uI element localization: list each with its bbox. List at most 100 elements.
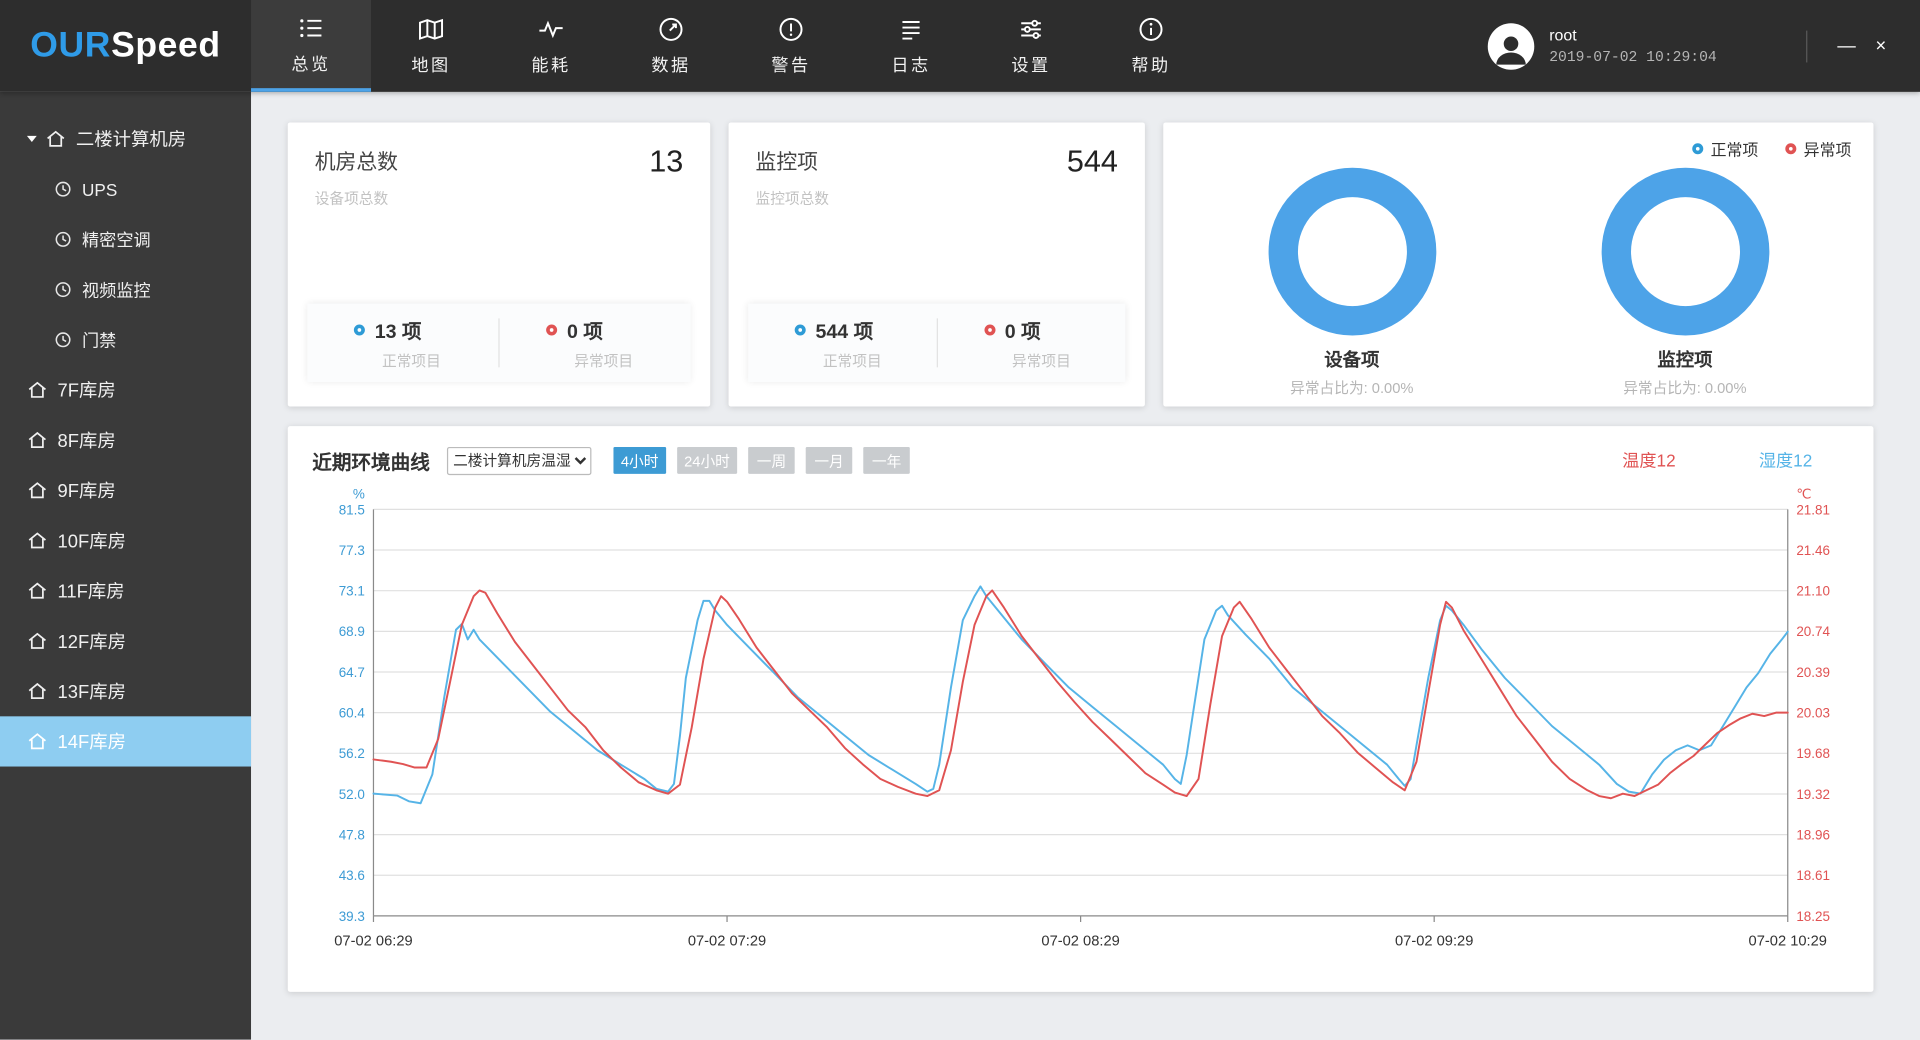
svg-text:07-02 08:29: 07-02 08:29: [1041, 933, 1119, 949]
logo-speed: Speed: [111, 26, 221, 66]
nav-energy[interactable]: 能耗: [491, 0, 611, 92]
card-header: 机房总数 设备项总数 13: [315, 144, 684, 208]
sidebar-label: 11F库房: [58, 578, 125, 604]
svg-text:07-02 07:29: 07-02 07:29: [688, 933, 766, 949]
sidebar-item-14f-warehouse[interactable]: 14F库房: [0, 716, 251, 766]
nav-label: 日志: [891, 53, 930, 77]
range-4h-button[interactable]: 4小时: [613, 447, 665, 474]
rooms-total-value: 13: [649, 144, 683, 180]
nav-logs[interactable]: 日志: [851, 0, 971, 92]
svg-text:64.7: 64.7: [339, 665, 365, 680]
sidebar-item-computer-room-2f[interactable]: 二楼计算机房: [0, 114, 251, 164]
abnormal-stat: 0 项 异常项目: [937, 315, 1125, 371]
app-logo: OURSpeed: [0, 0, 251, 92]
nav-data[interactable]: 数据: [611, 0, 731, 92]
sidebar-label: 14F库房: [58, 729, 126, 755]
normal-label: 正常项目: [795, 350, 936, 371]
svg-text:20.74: 20.74: [1796, 624, 1830, 639]
svg-text:60.4: 60.4: [339, 706, 366, 721]
sidebar-label: 门禁: [82, 328, 116, 352]
range-24h-button[interactable]: 24小时: [677, 447, 737, 474]
sidebar-item-7f-warehouse[interactable]: 7F库房: [0, 365, 251, 415]
sidebar-item-ups[interactable]: UPS: [0, 164, 251, 214]
home-icon: [27, 631, 48, 652]
svg-text:18.96: 18.96: [1796, 828, 1830, 843]
main-content: 机房总数 设备项总数 13 13 项 正常项目 0 项 异常项目: [251, 92, 1920, 1040]
range-1year-button[interactable]: 一年: [863, 447, 910, 474]
range-1month-button[interactable]: 一月: [806, 447, 853, 474]
donut-row: 设备项 异常占比为: 0.00% 监控项 异常占比为: 0.00%: [1185, 168, 1851, 398]
card-subtitle: 设备项总数: [315, 187, 398, 208]
abnormal-stat: 0 项 异常项目: [500, 315, 691, 371]
humidity-legend-label: 湿度12: [1759, 448, 1812, 472]
normal-ring-icon: [795, 324, 806, 335]
status-donuts-card: 正常项 异常项 设备项 异常占比为: 0.00% 监控项 异常占比为: 0.00…: [1163, 122, 1873, 406]
abnormal-label: 异常项目: [546, 350, 690, 371]
summary-cards-row: 机房总数 设备项总数 13 13 项 正常项目 0 项 异常项目: [288, 122, 1884, 406]
device-donut-block: 设备项 异常占比为: 0.00%: [1268, 168, 1436, 398]
sidebar-label: 精密空调: [82, 227, 151, 251]
svg-text:47.8: 47.8: [339, 828, 365, 843]
sidebar-item-video-surveillance[interactable]: 视频监控: [0, 264, 251, 314]
environment-line-chart: 81.521.8177.321.4673.121.1068.920.7464.7…: [312, 485, 1849, 975]
svg-text:68.9: 68.9: [339, 624, 365, 639]
card-header: 监控项 监控项总数 544: [756, 144, 1118, 208]
sidebar-item-10f-warehouse[interactable]: 10F库房: [0, 516, 251, 566]
sidebar-item-9f-warehouse[interactable]: 9F库房: [0, 465, 251, 515]
sidebar-item-12f-warehouse[interactable]: 12F库房: [0, 616, 251, 666]
card-title: 监控项: [756, 144, 829, 175]
normal-value: 13 项: [375, 315, 422, 344]
svg-text:%: %: [353, 486, 365, 501]
home-icon: [45, 129, 66, 150]
nav-alerts[interactable]: 警告: [731, 0, 851, 92]
home-icon: [27, 580, 48, 601]
home-icon: [27, 681, 48, 702]
svg-text:07-02 10:29: 07-02 10:29: [1749, 933, 1827, 949]
svg-text:19.68: 19.68: [1796, 746, 1830, 761]
nav-label: 帮助: [1131, 53, 1170, 77]
sidebar-label: 8F库房: [58, 427, 116, 453]
nav-map[interactable]: 地图: [371, 0, 491, 92]
history-icon: [54, 230, 72, 248]
minimize-button[interactable]: —: [1829, 29, 1863, 63]
donut-title: 设备项: [1324, 347, 1379, 373]
sidebar-label: 13F库房: [58, 678, 126, 704]
svg-text:77.3: 77.3: [339, 543, 365, 558]
environment-curve-card: 近期环境曲线 二楼计算机房温湿环 4小时 24小时 一周 一月 一年 温度12 …: [288, 426, 1874, 992]
svg-text:20.39: 20.39: [1796, 665, 1830, 680]
nav-overview[interactable]: 总览: [251, 0, 371, 92]
sidebar-item-precision-ac[interactable]: 精密空调: [0, 214, 251, 264]
nav-settings[interactable]: 设置: [971, 0, 1091, 92]
range-1week-button[interactable]: 一周: [748, 447, 795, 474]
history-icon: [54, 280, 72, 298]
sidebar-item-11f-warehouse[interactable]: 11F库房: [0, 566, 251, 616]
user-avatar[interactable]: [1488, 23, 1535, 70]
home-icon: [27, 731, 48, 752]
logo-our: OUR: [30, 26, 111, 66]
gauge-icon: [656, 15, 685, 44]
sidebar-item-13f-warehouse[interactable]: 13F库房: [0, 666, 251, 716]
monitor-donut-block: 监控项 异常占比为: 0.00%: [1601, 168, 1769, 398]
temperature-legend-label: 温度12: [1622, 448, 1675, 472]
abnormal-ring-icon: [1785, 143, 1796, 154]
svg-text:21.10: 21.10: [1796, 584, 1830, 599]
card-subtitle: 监控项总数: [756, 187, 829, 208]
sidebar-item-8f-warehouse[interactable]: 8F库房: [0, 415, 251, 465]
series-legend: 温度12 湿度12: [1622, 448, 1849, 472]
svg-text:℃: ℃: [1796, 486, 1811, 501]
sidebar-label: 12F库房: [58, 628, 126, 654]
room-scope-select[interactable]: 二楼计算机房温湿环: [447, 446, 591, 474]
user-info: root 2019-07-02 10:29:04: [1549, 26, 1717, 66]
close-button[interactable]: ×: [1864, 29, 1898, 63]
map-icon: [416, 15, 445, 44]
legend-abnormal: 异常项: [1785, 137, 1851, 160]
nav-help[interactable]: 帮助: [1091, 0, 1211, 92]
sidebar-item-access-control[interactable]: 门禁: [0, 315, 251, 365]
sidebar-label: 7F库房: [58, 377, 116, 403]
stat-strip: 13 项 正常项目 0 项 异常项目: [307, 304, 690, 382]
home-icon: [27, 430, 48, 451]
donut-subtitle: 异常占比为: 0.00%: [1290, 377, 1413, 398]
card-title: 机房总数: [315, 144, 398, 175]
stat-strip: 544 项 正常项目 0 项 异常项目: [748, 304, 1125, 382]
donut-subtitle: 异常占比为: 0.00%: [1623, 377, 1746, 398]
